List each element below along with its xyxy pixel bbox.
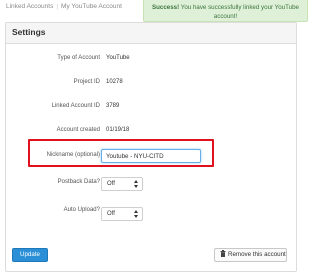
alert-message: You have successfully linked your YouTub…: [180, 4, 299, 20]
postback-data-selected: Off: [107, 181, 115, 187]
breadcrumb-separator: |: [56, 3, 59, 10]
auto-upload-label: Auto Upload?: [63, 207, 100, 213]
nickname-input[interactable]: [101, 149, 201, 163]
nickname-label: Nickname (optional): [46, 152, 100, 158]
auto-upload-select[interactable]: Off: [101, 207, 143, 221]
linked-account-id-label: Linked Account ID: [51, 103, 100, 109]
row-type-of-account: Type of Account YouTube: [6, 55, 296, 69]
account-created-value: 01/19/18: [106, 127, 130, 133]
project-id-value: 10278: [106, 79, 123, 85]
project-id-label: Project ID: [73, 79, 100, 85]
type-of-account-label: Type of Account: [57, 55, 100, 61]
auto-upload-selected: Off: [107, 211, 115, 217]
postback-data-select[interactable]: Off: [101, 177, 143, 191]
breadcrumb-my-youtube-account[interactable]: My YouTube Account: [61, 3, 122, 10]
settings-panel-heading: Settings: [6, 23, 296, 44]
remove-account-label: Remove this account: [228, 251, 286, 258]
remove-account-button[interactable]: Remove this account: [214, 248, 287, 262]
success-alert: Success! You have successfully linked yo…: [143, 0, 308, 22]
up-down-arrows-icon: [134, 210, 138, 220]
breadcrumb-linked-accounts[interactable]: Linked Accounts: [6, 3, 53, 10]
trash-icon: [220, 250, 226, 257]
linked-account-id-value: 3789: [106, 103, 120, 109]
settings-panel: Settings Type of Account YouTube Project…: [5, 22, 297, 272]
row-linked-account-id: Linked Account ID 3789: [6, 103, 296, 117]
up-down-arrows-icon: [134, 180, 138, 190]
row-postback-data: Postback Data?: [6, 179, 296, 193]
update-button[interactable]: Update: [12, 248, 48, 262]
account-created-label: Account created: [56, 127, 100, 133]
postback-data-label: Postback Data?: [57, 179, 100, 185]
breadcrumb: Linked Accounts | My YouTube Account: [6, 3, 122, 10]
row-auto-upload: Auto Upload?: [6, 207, 296, 221]
row-project-id: Project ID 10278: [6, 79, 296, 93]
top-bar: Linked Accounts | My YouTube Account Succe…: [0, 0, 308, 22]
type-of-account-value: YouTube: [106, 55, 130, 61]
alert-strong-text: Success!: [151, 4, 180, 11]
settings-title: Settings: [12, 27, 46, 37]
